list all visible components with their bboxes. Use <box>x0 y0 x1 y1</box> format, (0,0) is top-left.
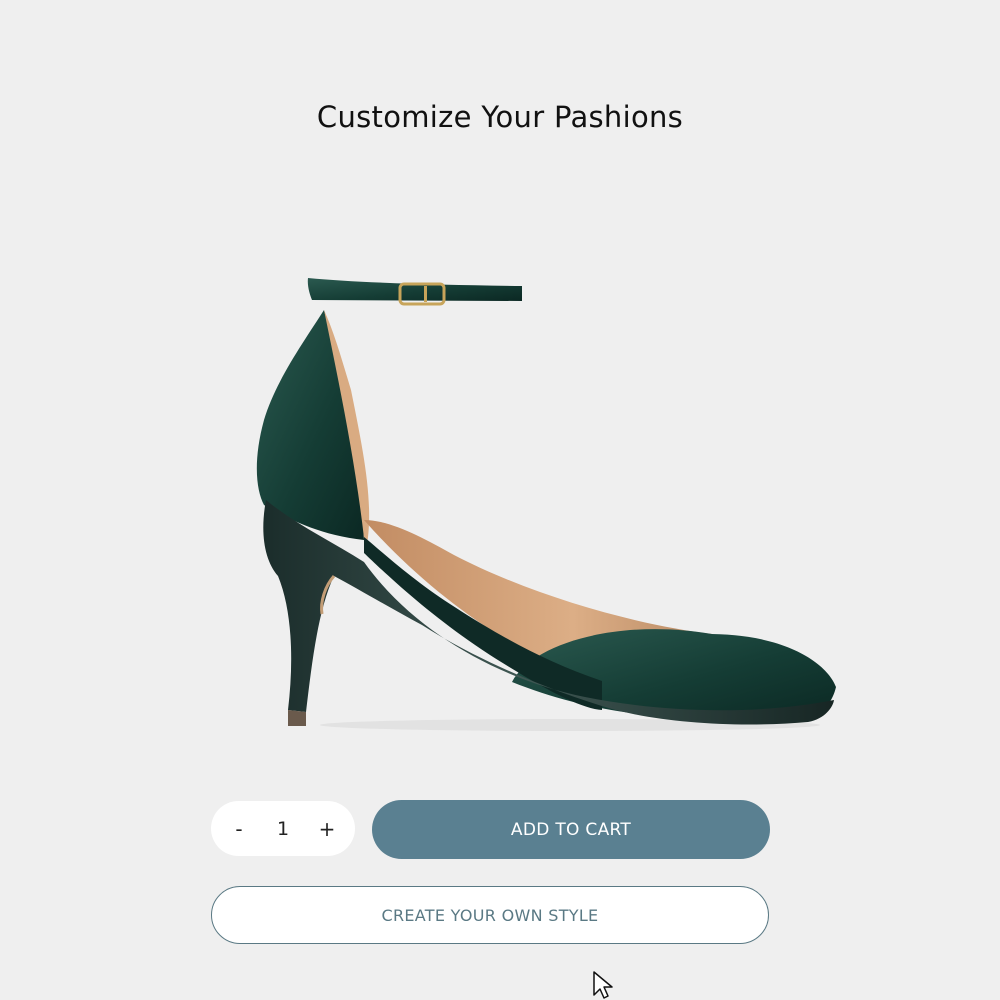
decrement-button[interactable]: - <box>223 813 255 845</box>
product-page: Customize Your Pashions - 1 + ADD TO CAR… <box>0 0 1000 1000</box>
pointer-cursor-icon <box>593 971 613 999</box>
quantity-value[interactable]: 1 <box>277 818 289 840</box>
create-your-own-style-button[interactable]: CREATE YOUR OWN STYLE <box>211 886 769 944</box>
increment-button[interactable]: + <box>311 813 343 845</box>
add-to-cart-button[interactable]: ADD TO CART <box>372 800 770 859</box>
page-title: Customize Your Pashions <box>316 100 684 134</box>
quantity-stepper[interactable]: - 1 + <box>211 801 355 856</box>
shoe-product-image <box>256 278 836 731</box>
